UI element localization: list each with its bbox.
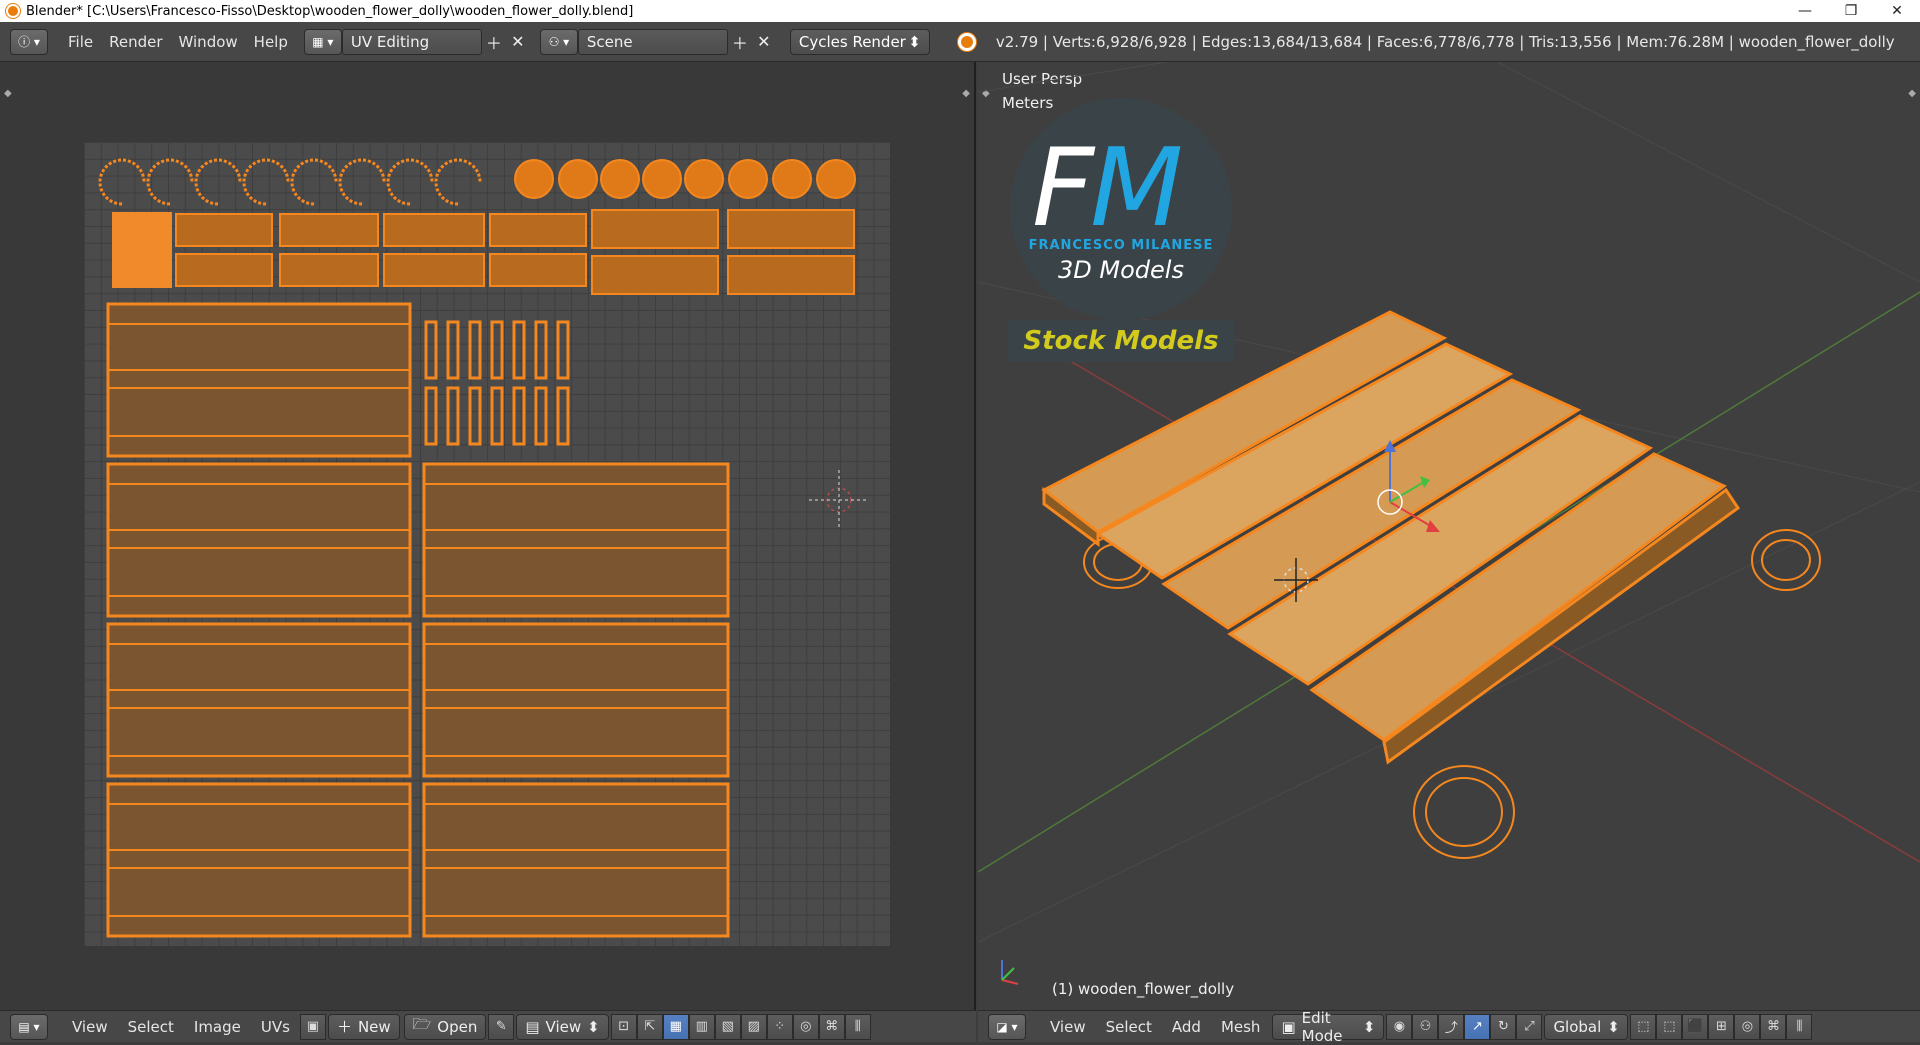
mode-dropdown[interactable]: ▣ Edit Mode ⬍	[1272, 1009, 1385, 1045]
pivot-point-icon[interactable]: ⚇	[1412, 1013, 1439, 1040]
uv-image-editor[interactable]: ◆ ◆	[0, 62, 976, 1010]
new-image-button[interactable]: ＋ New	[327, 1013, 400, 1040]
pivot-icon[interactable]: ⊡	[610, 1013, 637, 1040]
dropdown-arrow-icon: ⬍	[1362, 1017, 1376, 1036]
snap-icon[interactable]: ⌘	[818, 1013, 845, 1040]
remove-scene-icon[interactable]: ✕	[752, 30, 776, 54]
plus-icon: ＋	[336, 1018, 352, 1036]
close-button[interactable]: ✕	[1874, 0, 1920, 22]
dropdown-arrow-icon: ⬍	[1607, 1017, 1620, 1036]
info-header: ⓘ ▾ File Render Window Help ▦ ▾ UV Editi…	[0, 22, 1920, 62]
uv-grid-canvas[interactable]	[84, 142, 890, 946]
image-browse-icon[interactable]: ▣	[299, 1013, 326, 1040]
proportional-edit-icon[interactable]: ◎	[792, 1013, 819, 1040]
uv-menu-select[interactable]: Select	[118, 1015, 184, 1039]
view-axes-icon	[1001, 960, 1019, 985]
maximize-button[interactable]: ❐	[1828, 0, 1874, 22]
view-mode-label: View	[545, 1017, 582, 1036]
transform-orientation-dropdown[interactable]: Global ⬍	[1544, 1013, 1629, 1040]
blender-logo-icon	[957, 32, 976, 51]
folder-icon: 🗁	[412, 1015, 432, 1033]
rotate-icon[interactable]: ↻	[1490, 1013, 1517, 1040]
scene-stats: v2.79 | Verts:6,928/6,928 | Edges:13,684…	[995, 32, 1895, 51]
open-label: Open	[437, 1017, 478, 1036]
stock-models-banner: Stock Models	[1008, 320, 1234, 362]
scene-icon[interactable]: ⚇ ▾	[539, 28, 578, 55]
view-mode-dropdown[interactable]: ▤ View ⬍	[516, 1013, 609, 1040]
menu-render[interactable]: Render	[101, 29, 170, 55]
window-title: Blender* [C:\Users\Francesco-Fisso\Deskt…	[26, 3, 634, 19]
manipulator-icon[interactable]: ⤴	[1438, 1013, 1465, 1040]
3d-menu-view[interactable]: View	[1040, 1015, 1096, 1039]
editor-type-icon[interactable]: ◪ ▾	[988, 1013, 1026, 1040]
sticky-mode-icon[interactable]: ⁘	[766, 1013, 793, 1040]
snap-icon[interactable]: ⌘	[1760, 1013, 1787, 1040]
region-expand-icon[interactable]: ◆	[4, 88, 12, 99]
proportional-edit-icon[interactable]: ◎	[1734, 1013, 1761, 1040]
3d-viewport[interactable]: ◆ ◆ User Persp Meters FM FRANCESCO MILAN…	[978, 62, 1920, 1010]
edge-select-mode-icon[interactable]: ⬚	[1656, 1013, 1683, 1040]
island-select-icon[interactable]: ▨	[740, 1013, 767, 1040]
add-scene-icon[interactable]: ＋	[728, 30, 752, 54]
uv-menu-image[interactable]: Image	[184, 1015, 251, 1039]
view-mode-icon: ▤	[525, 1017, 540, 1036]
menu-window[interactable]: Window	[171, 29, 246, 55]
screen-layout-icon[interactable]: ▦ ▾	[303, 28, 342, 55]
info-editor-type-icon[interactable]: ⓘ ▾	[10, 28, 48, 55]
pin-icon[interactable]: ✎	[488, 1013, 515, 1040]
menu-file[interactable]: File	[60, 29, 101, 55]
window-titlebar: Blender* [C:\Users\Francesco-Fisso\Deskt…	[0, 0, 1920, 22]
open-image-button[interactable]: 🗁 Open	[403, 1013, 487, 1040]
3d-menu-select[interactable]: Select	[1096, 1015, 1162, 1039]
uv-2d-cursor	[809, 470, 869, 530]
screen-layout-field[interactable]: UV Editing	[341, 28, 482, 55]
face-select-icon[interactable]: ▧	[714, 1013, 741, 1040]
active-object-label: (1) wooden_flower_dolly	[1052, 980, 1235, 998]
editor-type-icon[interactable]: ▤ ▾	[10, 1013, 48, 1040]
dropdown-arrow-icon: ⬍	[908, 32, 921, 51]
uv-islands	[98, 158, 869, 938]
uv-menu-uvs[interactable]: UVs	[251, 1015, 300, 1039]
minimize-button[interactable]: —	[1782, 0, 1828, 22]
limit-selection-icon[interactable]: ⊞	[1708, 1013, 1735, 1040]
vertex-select-icon[interactable]: ▦	[662, 1013, 689, 1040]
fm-initials: FM	[1032, 126, 1183, 251]
edge-select-icon[interactable]: ▥	[688, 1013, 715, 1040]
dropdown-arrow-icon: ⬍	[587, 1017, 600, 1036]
uv-editor-header: ▤ ▾ View Select Image UVs ▣ ＋ New 🗁 Open ✎…	[0, 1010, 976, 1042]
fm-logo: FM FRANCESCO MILANESE 3D Models	[1010, 98, 1232, 320]
remove-screen-icon[interactable]: ✕	[506, 30, 530, 54]
3d-view-header: ◪ ▾ View Select Add Mesh ▣ Edit Mode ⬍ ◉ ⚇…	[978, 1009, 1920, 1045]
edit-mode-icon: ▣	[1281, 1017, 1296, 1036]
scene-field[interactable]: Scene	[577, 28, 728, 55]
uv-menu-view[interactable]: View	[62, 1015, 118, 1039]
add-screen-icon[interactable]: ＋	[482, 30, 506, 54]
mode-label: Edit Mode	[1301, 1008, 1343, 1045]
menu-help[interactable]: Help	[246, 29, 296, 55]
region-expand-icon[interactable]: ◆	[962, 88, 970, 99]
logo-subtitle: 3D Models	[1058, 256, 1184, 284]
blender-app-icon	[6, 4, 20, 18]
snap-target-icon[interactable]: ⫼	[1786, 1013, 1813, 1040]
render-engine-dropdown[interactable]: Cycles Render ⬍	[789, 28, 930, 55]
snap-target-icon[interactable]: ⫼	[844, 1013, 871, 1040]
viewport-shading-icon[interactable]: ◉	[1386, 1013, 1413, 1040]
render-engine-label: Cycles Render	[798, 32, 906, 51]
orientation-label: Global	[1553, 1017, 1602, 1036]
vertex-select-mode-icon[interactable]: ⬚	[1630, 1013, 1657, 1040]
new-label: New	[357, 1017, 391, 1036]
translate-icon[interactable]: ↗	[1464, 1013, 1491, 1040]
logo-name: FRANCESCO MILANESE	[1028, 238, 1214, 253]
face-select-mode-icon[interactable]: ⬛	[1682, 1013, 1709, 1040]
sync-selection-icon[interactable]: ⇱	[636, 1013, 663, 1040]
3d-menu-add[interactable]: Add	[1162, 1015, 1211, 1039]
3d-menu-mesh[interactable]: Mesh	[1211, 1015, 1271, 1039]
scale-icon[interactable]: ⤢	[1516, 1013, 1543, 1040]
